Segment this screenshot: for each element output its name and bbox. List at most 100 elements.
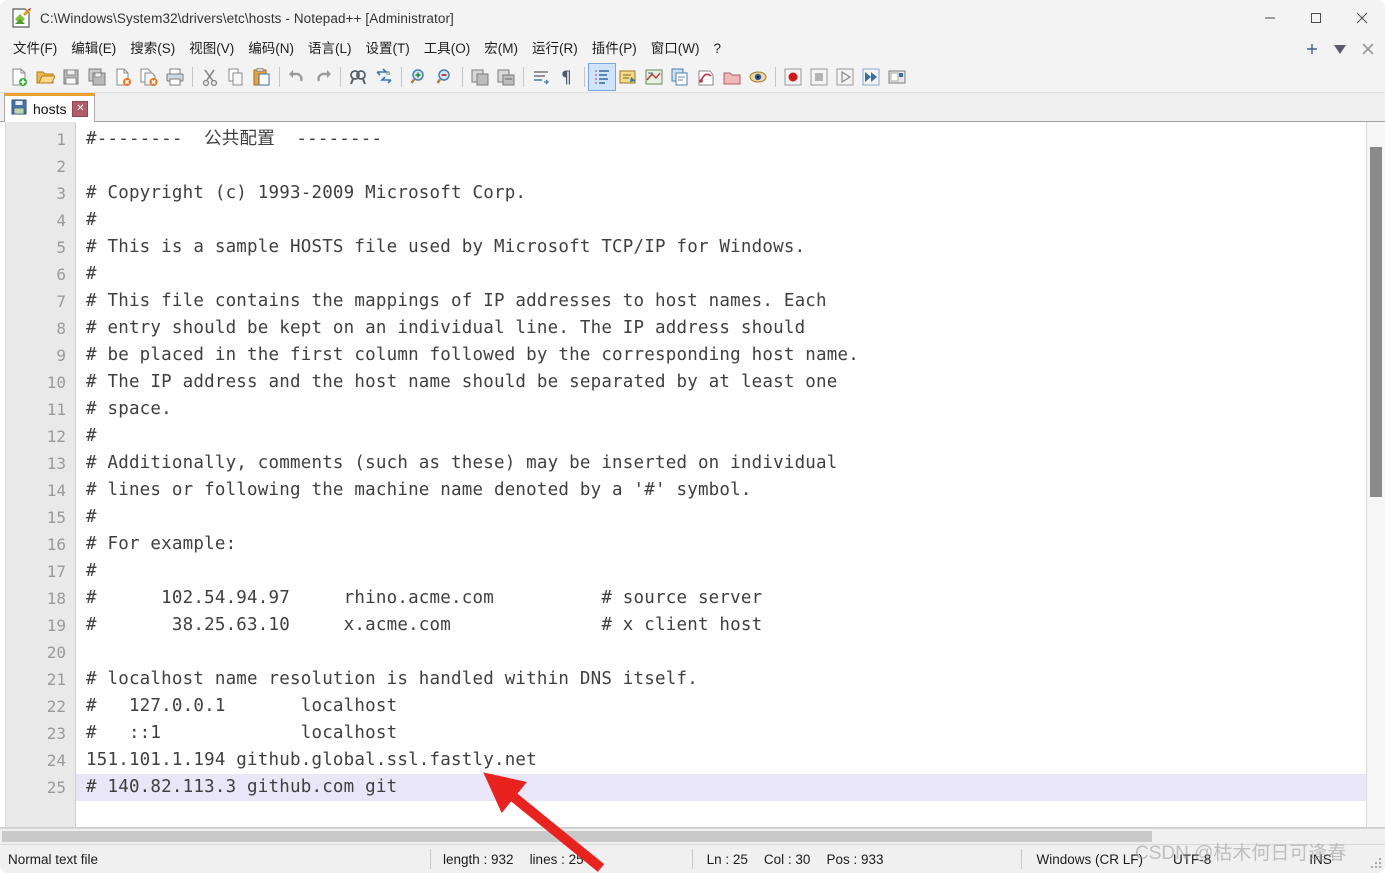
menu-run[interactable]: 运行(R) xyxy=(525,37,585,62)
open-file-icon[interactable] xyxy=(32,64,58,90)
code-line[interactable]: # lines or following the machine name de… xyxy=(76,477,1366,504)
minimize-button[interactable] xyxy=(1247,0,1293,36)
code-line[interactable]: # localhost name resolution is handled w… xyxy=(76,666,1366,693)
code-line[interactable]: # xyxy=(76,261,1366,288)
menu-view[interactable]: 视图(V) xyxy=(182,37,241,62)
menu-bar: 文件(F) 编辑(E) 搜索(S) 视图(V) 编码(N) 语言(L) 设置(T… xyxy=(0,36,1385,62)
monitoring-icon[interactable] xyxy=(745,64,771,90)
document-list-icon[interactable] xyxy=(719,64,745,90)
line-number: 2 xyxy=(56,157,66,176)
code-line[interactable]: # xyxy=(76,423,1366,450)
menu-macro[interactable]: 宏(M) xyxy=(477,37,525,62)
menu-tools[interactable]: 工具(O) xyxy=(417,37,478,62)
close-icon[interactable]: ✕ xyxy=(72,101,89,117)
cut-icon[interactable] xyxy=(197,64,223,90)
vertical-scrollbar-thumb[interactable] xyxy=(1370,147,1382,497)
code-line[interactable]: # 140.82.113.3 github.com git xyxy=(76,774,1366,801)
code-line[interactable]: # xyxy=(76,207,1366,234)
new-file-icon[interactable] xyxy=(6,64,32,90)
svg-text:a: a xyxy=(386,69,390,77)
undo-icon[interactable] xyxy=(284,64,310,90)
folder-as-workspace-icon[interactable] xyxy=(693,64,719,90)
record-macro-icon[interactable] xyxy=(780,64,806,90)
save-all-icon[interactable] xyxy=(84,64,110,90)
toolbar: a ¶ xyxy=(0,62,1385,93)
function-list-icon[interactable] xyxy=(667,64,693,90)
menu-plugins[interactable]: 插件(P) xyxy=(585,37,644,62)
save-icon[interactable] xyxy=(58,64,84,90)
code-line[interactable]: # The IP address and the host name shoul… xyxy=(76,369,1366,396)
find-icon[interactable] xyxy=(345,64,371,90)
code-line[interactable]: # Copyright (c) 1993-2009 Microsoft Corp… xyxy=(76,180,1366,207)
code-line[interactable]: # entry should be kept on an individual … xyxy=(76,315,1366,342)
user-defined-language-icon[interactable] xyxy=(615,64,641,90)
close-file-icon[interactable] xyxy=(110,64,136,90)
redo-icon[interactable] xyxy=(310,64,336,90)
tab-hosts[interactable]: hosts ✕ xyxy=(4,93,96,122)
code-line[interactable]: # For example: xyxy=(76,531,1366,558)
run-macro-multiple-icon[interactable] xyxy=(858,64,884,90)
menu-language[interactable]: 语言(L) xyxy=(301,37,359,62)
code-line[interactable]: # be placed in the first column followed… xyxy=(76,342,1366,369)
menu-edit[interactable]: 编辑(E) xyxy=(64,37,123,62)
status-length: length : 932 xyxy=(443,851,514,867)
chevron-down-icon[interactable] xyxy=(1327,38,1353,60)
line-number: 16 xyxy=(46,535,66,554)
code-line[interactable]: # 127.0.0.1 localhost xyxy=(76,693,1366,720)
code-line[interactable]: # 102.54.94.97 rhino.acme.com # source s… xyxy=(76,585,1366,612)
resize-grip[interactable] xyxy=(1370,858,1382,870)
line-number: 19 xyxy=(46,616,66,635)
menu-file[interactable]: 文件(F) xyxy=(6,37,64,62)
text-editor[interactable]: #-------- 公共配置 -------- # Copyright (c) 1… xyxy=(76,122,1366,827)
maximize-button[interactable] xyxy=(1293,0,1339,36)
line-number: 24 xyxy=(46,751,66,770)
menu-search[interactable]: 搜索(S) xyxy=(123,37,182,62)
new-tab-button[interactable] xyxy=(1299,38,1325,60)
show-all-characters-icon[interactable]: ¶ xyxy=(554,64,580,90)
save-macro-icon[interactable] xyxy=(884,64,910,90)
close-document-button[interactable] xyxy=(1355,38,1381,60)
code-line[interactable]: # 38.25.63.10 x.acme.com # x client host xyxy=(76,612,1366,639)
menu-window[interactable]: 窗口(W) xyxy=(644,37,707,62)
line-number: 15 xyxy=(46,508,66,527)
line-number: 25 xyxy=(46,778,66,797)
code-line[interactable]: # xyxy=(76,504,1366,531)
menu-encoding[interactable]: 编码(N) xyxy=(241,37,301,62)
close-all-icon[interactable] xyxy=(136,64,162,90)
document-map-icon[interactable] xyxy=(641,64,667,90)
stop-recording-icon[interactable] xyxy=(806,64,832,90)
menu-settings[interactable]: 设置(T) xyxy=(359,37,417,62)
code-line[interactable]: # Additionally, comments (such as these)… xyxy=(76,450,1366,477)
status-file-type: Normal text file xyxy=(8,851,99,867)
sync-vertical-scroll-icon[interactable] xyxy=(467,64,493,90)
print-icon[interactable] xyxy=(162,64,188,90)
code-line[interactable]: # This is a sample HOSTS file used by Mi… xyxy=(76,234,1366,261)
sync-horizontal-scroll-icon[interactable] xyxy=(493,64,519,90)
replace-icon[interactable]: a xyxy=(371,64,397,90)
zoom-in-icon[interactable] xyxy=(406,64,432,90)
paste-icon[interactable] xyxy=(249,64,275,90)
code-line[interactable]: # This file contains the mappings of IP … xyxy=(76,288,1366,315)
indent-guide-icon[interactable] xyxy=(588,63,616,91)
close-button[interactable] xyxy=(1339,0,1385,36)
code-line[interactable] xyxy=(76,639,1366,666)
code-line[interactable]: #-------- 公共配置 -------- xyxy=(76,126,1366,153)
code-line[interactable]: # ::1 localhost xyxy=(76,720,1366,747)
status-lines: lines : 25 xyxy=(529,851,584,867)
playback-macro-icon[interactable] xyxy=(832,64,858,90)
code-line[interactable]: 151.101.1.194 github.global.ssl.fastly.n… xyxy=(76,747,1366,774)
vertical-scrollbar[interactable] xyxy=(1366,122,1385,827)
window-title: C:\Windows\System32\drivers\etc\hosts - … xyxy=(40,10,454,26)
code-line[interactable] xyxy=(76,153,1366,180)
code-line[interactable]: # xyxy=(76,558,1366,585)
zoom-out-icon[interactable] xyxy=(432,64,458,90)
line-number: 5 xyxy=(56,238,66,257)
line-number: 6 xyxy=(56,265,66,284)
code-line[interactable]: # space. xyxy=(76,396,1366,423)
word-wrap-icon[interactable] xyxy=(528,64,554,90)
status-ln: Ln : 25 xyxy=(706,851,748,867)
toolbar-separator xyxy=(279,67,280,87)
menu-help[interactable]: ? xyxy=(706,37,728,62)
copy-icon[interactable] xyxy=(223,64,249,90)
horizontal-scrollbar-thumb[interactable] xyxy=(2,831,1152,842)
